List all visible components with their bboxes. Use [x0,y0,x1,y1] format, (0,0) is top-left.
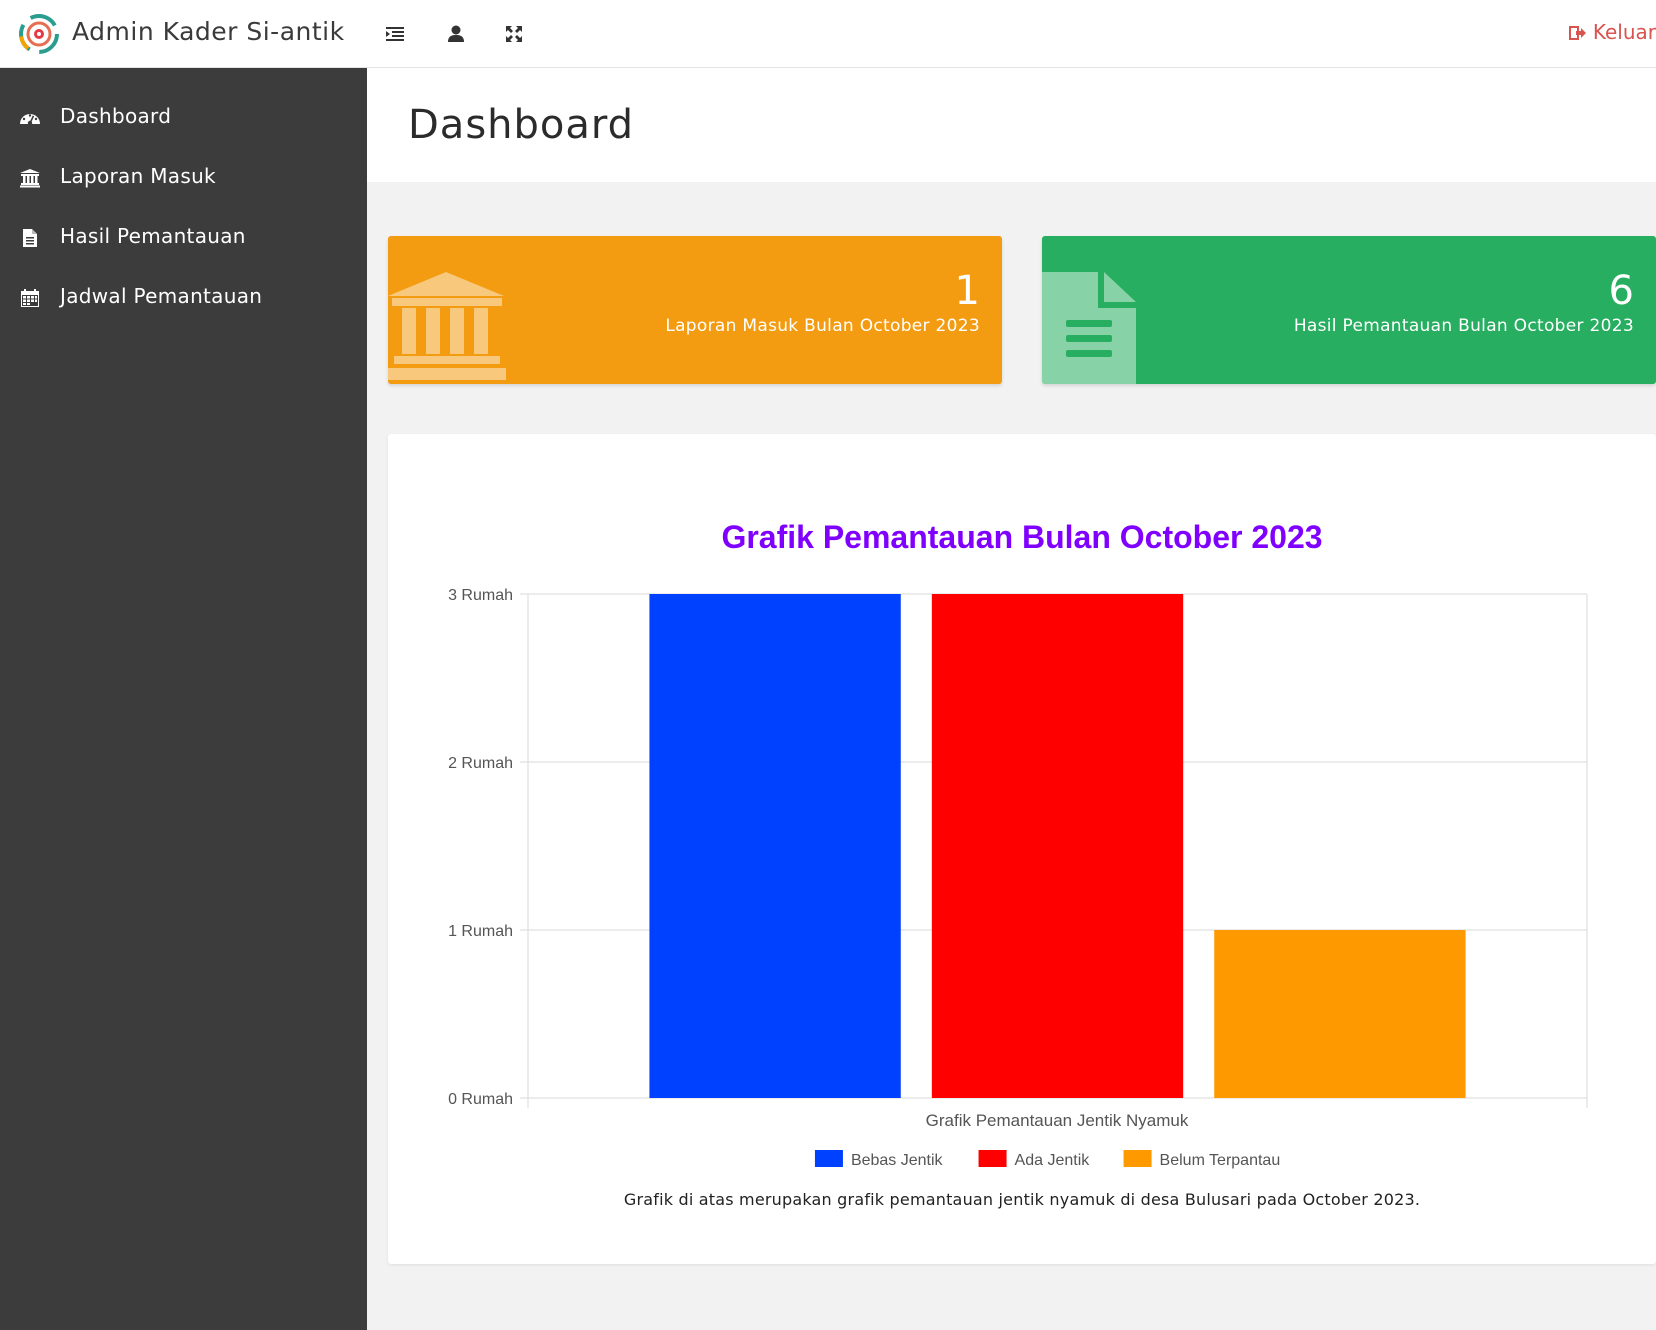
sign-out-icon [1568,26,1586,40]
stat-caption: Laporan Masuk Bulan October 2023 [665,316,980,336]
sidebar-item-jadwal-pemantauan[interactable]: Jadwal Pemantauan [0,270,367,326]
y-tick-label: 0 Rumah [448,1091,513,1108]
chart-legend: Bebas Jentik Ada Jentik Belum Terpantau [814,1150,1281,1169]
app-logo-icon [19,14,59,54]
page-header: Dashboard [367,68,1656,182]
chart-caption: Grafik di atas merupakan grafik pemantau… [623,1190,1421,1209]
sidebar-item-label: Dashboard [60,104,172,128]
y-tick-label: 1 Rumah [448,923,513,940]
chart-title: Grafik Pemantauan Bulan October 2023 [721,519,1322,555]
institution-icon [20,169,40,188]
file-icon [23,229,37,247]
sidebar-item-label: Laporan Masuk [60,164,216,188]
stat-caption: Hasil Pemantauan Bulan October 2023 [1293,316,1634,336]
institution-icon [388,272,506,380]
calendar-icon [21,289,39,307]
x-axis-label: Grafik Pemantauan Jentik Nyamuk [926,1111,1189,1130]
y-tick-label: 2 Rumah [448,755,513,772]
app-title[interactable]: Admin Kader Si-antik [72,17,345,46]
stat-box-hasil-pemantauan[interactable]: 6 Hasil Pemantauan Bulan October 2023 [1042,236,1656,384]
sidebar: Dashboard Laporan Masuk Hasil Pemantauan [0,68,367,1330]
bar-ada-jentik[interactable] [931,594,1184,1098]
bar-bebas-jentik[interactable] [649,594,901,1098]
sidebar-item-label: Hasil Pemantauan [60,224,246,248]
stat-value: 6 [1608,268,1634,314]
page-title: Dashboard [408,102,635,148]
bar-belum-terpantau[interactable] [1214,930,1466,1098]
chart-bars [649,594,1466,1098]
logout-button[interactable]: Keluar [1568,20,1656,44]
legend-label[interactable]: Ada Jentik [1015,1152,1091,1169]
y-axis: 0 Rumah 1 Rumah 2 Rumah 3 Rumah [448,587,513,1108]
sidebar-item-dashboard[interactable]: Dashboard [0,90,367,146]
file-text-icon [1042,272,1136,384]
fullscreen-icon[interactable] [502,22,526,46]
dashboard-icon [20,114,40,126]
legend-label[interactable]: Belum Terpantau [1160,1152,1281,1169]
legend-swatch [978,1150,1007,1167]
sidebar-item-hasil-pemantauan[interactable]: Hasil Pemantauan [0,210,367,266]
sidebar-toggle-icon[interactable] [383,22,407,46]
bar-chart: Grafik Pemantauan Bulan October 2023 0 R… [448,519,1588,1169]
chart-card: Grafik Pemantauan Bulan October 2023 0 R… [388,434,1656,1264]
stat-box-laporan-masuk[interactable]: 1 Laporan Masuk Bulan October 2023 [388,236,1002,384]
logout-label: Keluar [1592,20,1656,44]
legend-label[interactable]: Bebas Jentik [851,1152,944,1169]
sidebar-item-laporan-masuk[interactable]: Laporan Masuk [0,150,367,206]
legend-swatch [1123,1150,1152,1167]
sidebar-item-label: Jadwal Pemantauan [60,284,263,308]
top-navbar: Admin Kader Si-antik Keluar [0,0,1656,68]
legend-swatch [814,1150,843,1167]
user-icon[interactable] [444,22,468,46]
y-tick-label: 3 Rumah [448,587,513,604]
stat-value: 1 [954,268,980,314]
